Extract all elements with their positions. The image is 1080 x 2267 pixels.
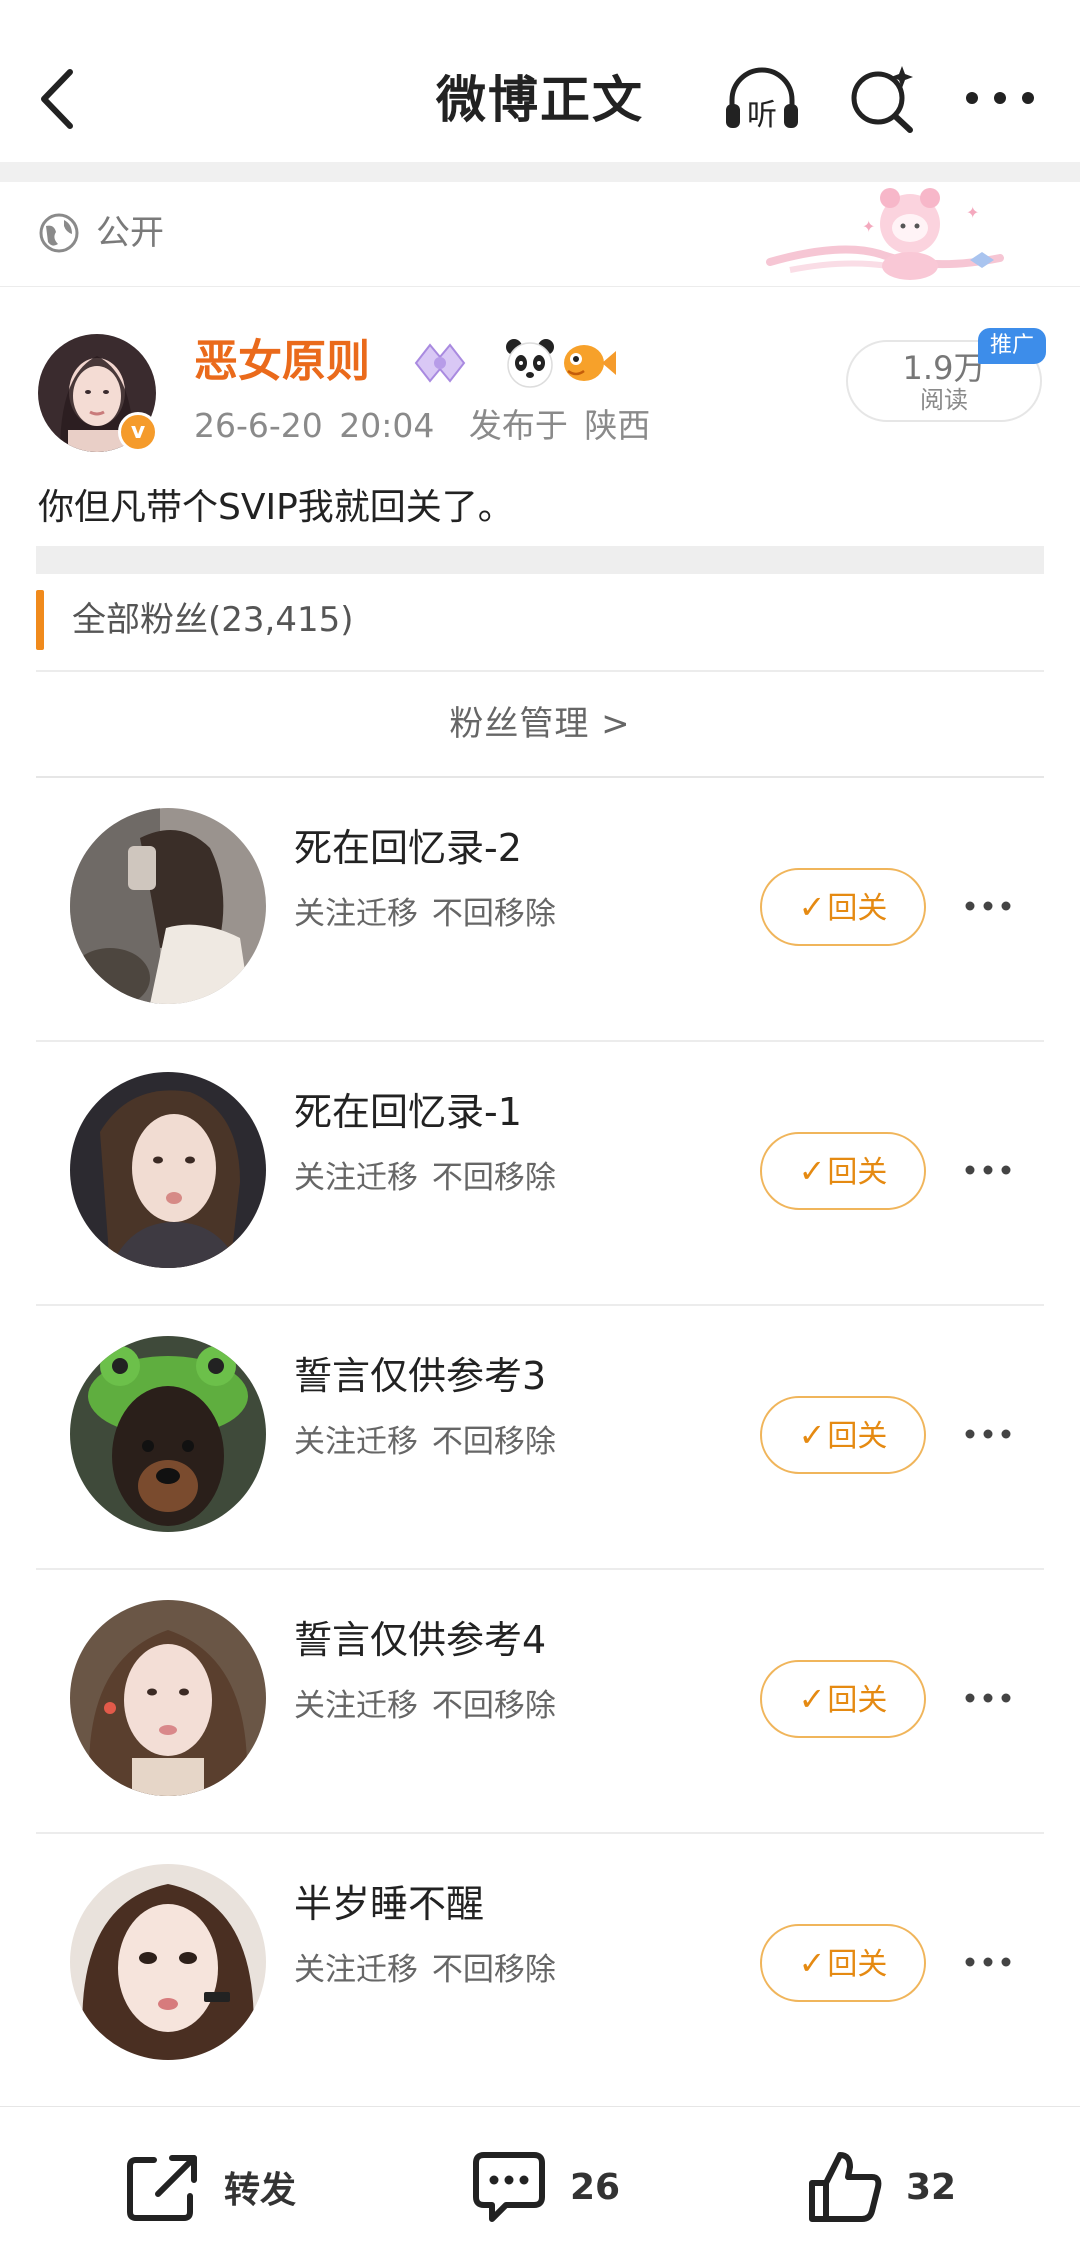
row-more-icon[interactable]	[960, 886, 1016, 926]
follow-back-label: 回关	[827, 1683, 888, 1718]
svg-text:✦: ✦	[862, 217, 875, 236]
svg-text:✦: ✦	[966, 203, 979, 222]
row-more-icon[interactable]	[960, 1150, 1016, 1190]
fan-name[interactable]: 半岁睡不醒	[294, 1874, 484, 1934]
header-divider	[0, 162, 1080, 182]
follow-back-label: 回关	[827, 891, 888, 926]
post-text: 你但凡带个SVIP我就回关了。	[38, 487, 514, 528]
repost-label: 转发	[224, 2170, 297, 2211]
comment-count: 26	[570, 2166, 621, 2208]
follow-back-button[interactable]: ✓回关	[760, 1396, 926, 1474]
follow-back-button[interactable]: ✓回关	[760, 1924, 926, 2002]
like-count: 32	[906, 2166, 957, 2208]
fan-name[interactable]: 誓言仅供参考4	[294, 1610, 546, 1670]
follow-back-label: 回关	[827, 1419, 888, 1454]
fan-avatar[interactable]	[70, 1336, 266, 1532]
post-meta: 26-6-20 20:04 发布于 陕西	[194, 400, 650, 452]
follow-back-label: 回关	[827, 1947, 888, 1982]
headphones-listen-icon[interactable]: 听	[722, 60, 802, 136]
panda-icon	[506, 339, 554, 388]
post-timestamp: 26-6-20 20:04	[194, 406, 435, 445]
fan-avatar[interactable]	[70, 1072, 266, 1268]
post-location: 发布于 陕西	[468, 406, 651, 445]
visibility-label: 公开	[96, 213, 164, 253]
fan-subtitle: 关注迁移 不回移除	[294, 1952, 556, 1988]
more-options-icon[interactable]	[960, 70, 1040, 126]
decorative-sticker-image: ✦ ✦	[760, 182, 1010, 286]
section-divider	[36, 670, 1044, 672]
listen-label: 听	[747, 98, 777, 133]
fan-subtitle: 关注迁移 不回移除	[294, 1688, 556, 1724]
search-icon[interactable]	[846, 60, 918, 136]
checkmark-icon: ✓	[798, 1680, 826, 1718]
section-accent-bar	[36, 590, 44, 650]
promote-badge[interactable]: 推广	[978, 328, 1046, 364]
fan-list-item[interactable]: 誓言仅供参考3 关注迁移 不回移除 ✓回关	[36, 1306, 1044, 1570]
thumbs-up-icon	[809, 2152, 882, 2222]
checkmark-icon: ✓	[798, 1944, 826, 1982]
fan-subtitle: 关注迁移 不回移除	[294, 896, 556, 932]
user-badges	[410, 335, 620, 391]
fan-name[interactable]: 死在回忆录-1	[294, 1082, 522, 1142]
fan-list-item[interactable]: 半岁睡不醒 关注迁移 不回移除 ✓回关	[36, 1834, 1044, 2098]
fan-subtitle: 关注迁移 不回移除	[294, 1424, 556, 1460]
checkmark-icon: ✓	[798, 1416, 826, 1454]
fan-avatar[interactable]	[70, 1600, 266, 1796]
globe-icon	[38, 212, 80, 254]
follow-back-label: 回关	[827, 1155, 888, 1190]
member-badge-icon	[414, 343, 466, 383]
fans-section-title: 全部粉丝(23,415)	[72, 600, 354, 640]
content-divider	[36, 546, 1044, 574]
follow-back-button[interactable]: ✓回关	[760, 868, 926, 946]
follow-back-button[interactable]: ✓回关	[760, 1132, 926, 1210]
fan-avatar[interactable]	[70, 1864, 266, 2060]
row-more-icon[interactable]	[960, 1678, 1016, 1718]
fan-list-item[interactable]: 死在回忆录-1 关注迁移 不回移除 ✓回关	[36, 1042, 1044, 1306]
checkmark-icon: ✓	[798, 888, 826, 926]
like-button[interactable]: 32	[806, 2147, 956, 2227]
verified-badge-icon: v	[118, 412, 158, 452]
fan-subtitle: 关注迁移 不回移除	[294, 1160, 556, 1196]
follow-back-button[interactable]: ✓回关	[760, 1660, 926, 1738]
repost-button[interactable]: 转发	[124, 2147, 296, 2227]
share-icon	[127, 2155, 197, 2221]
row-more-icon[interactable]	[960, 1414, 1016, 1454]
fan-list-item[interactable]: 誓言仅供参考4 关注迁移 不回移除 ✓回关	[36, 1570, 1044, 1834]
comment-icon	[473, 2152, 545, 2222]
page-title: 微博正文	[436, 71, 644, 129]
fan-name[interactable]: 死在回忆录-2	[294, 818, 522, 878]
checkmark-icon: ✓	[798, 1152, 826, 1190]
fan-list-item[interactable]: 死在回忆录-2 关注迁移 不回移除 ✓回关	[36, 778, 1044, 1042]
reads-label: 阅读	[920, 386, 968, 414]
row-more-icon[interactable]	[960, 1942, 1016, 1982]
fan-name[interactable]: 誓言仅供参考3	[294, 1346, 546, 1406]
fish-icon	[564, 345, 616, 381]
comment-button[interactable]: 26	[470, 2147, 620, 2227]
author-name[interactable]: 恶女原则	[194, 330, 370, 394]
fan-management-link[interactable]: 粉丝管理 >	[0, 692, 1080, 756]
fan-avatar[interactable]	[70, 808, 266, 1004]
bottom-action-bar: 转发 26 32	[0, 2106, 1080, 2267]
